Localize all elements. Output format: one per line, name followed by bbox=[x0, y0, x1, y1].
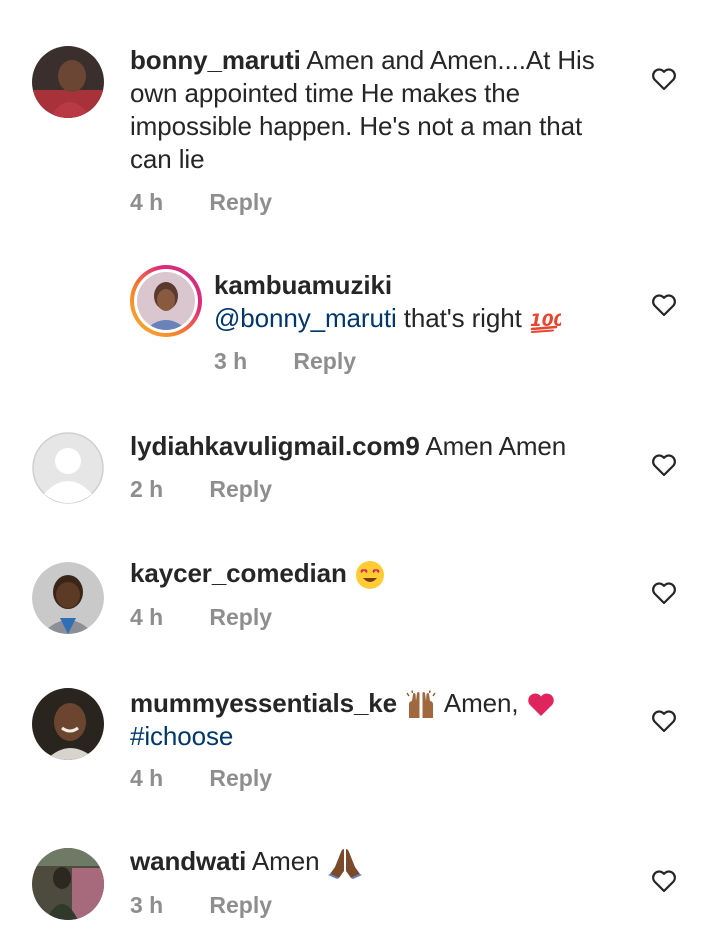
comment-body: Amen Amen bbox=[425, 431, 567, 461]
comment-meta: 4 h Reply bbox=[130, 189, 272, 216]
default-avatar-icon[interactable] bbox=[32, 432, 104, 504]
comment-meta: 4 h Reply bbox=[130, 604, 272, 631]
comment-text: mummyessentials_ke Amen, #ichoose bbox=[130, 687, 630, 753]
username[interactable]: kambuamuziki bbox=[214, 269, 614, 302]
folded-hands-emoji bbox=[327, 849, 362, 880]
like-heart-icon[interactable] bbox=[651, 293, 677, 317]
like-heart-icon[interactable] bbox=[651, 581, 677, 605]
timestamp: 3 h bbox=[214, 348, 248, 374]
hashtag-link[interactable]: #ichoose bbox=[130, 721, 233, 751]
timestamp: 2 h bbox=[130, 476, 164, 502]
comment-text: kaycer_comedian bbox=[130, 557, 630, 590]
comment-wandwati: wandwati Amen 3 h Reply bbox=[0, 830, 720, 930]
comment-text: lydiahkavuligmail.com9 Amen Amen bbox=[130, 430, 630, 463]
username[interactable]: wandwati bbox=[130, 846, 246, 876]
comment-text: bonny_maruti Amen and Amen....At His own… bbox=[130, 44, 630, 176]
username[interactable]: mummyessentials_ke bbox=[130, 688, 397, 718]
like-heart-icon[interactable] bbox=[651, 869, 677, 893]
like-heart-icon[interactable] bbox=[651, 453, 677, 477]
comment-text: kambuamuziki @bonny_maruti that's right … bbox=[214, 269, 614, 335]
avatar[interactable] bbox=[32, 46, 104, 118]
reply-button[interactable]: Reply bbox=[209, 189, 272, 216]
username[interactable]: lydiahkavuligmail.com9 bbox=[130, 431, 420, 461]
timestamp: 4 h bbox=[130, 604, 164, 630]
reply-button[interactable]: Reply bbox=[209, 604, 272, 631]
timestamp: 4 h bbox=[130, 765, 164, 791]
avatar bbox=[137, 272, 195, 330]
comment-body: Amen, bbox=[443, 688, 519, 718]
comment-lydiahkavuli: lydiahkavuligmail.com9 Amen Amen 2 h Rep… bbox=[0, 410, 720, 520]
comment-body: Amen bbox=[251, 846, 320, 876]
comment-mummyessentials-ke: mummyessentials_ke Amen, #ichoose 4 h Re… bbox=[0, 670, 720, 810]
comment-meta: 2 h Reply bbox=[130, 476, 272, 503]
comment-text: wandwati Amen bbox=[130, 845, 630, 880]
timestamp: 4 h bbox=[130, 189, 164, 215]
comment-body: that's right bbox=[403, 303, 522, 333]
comment-meta: 4 h Reply bbox=[130, 765, 272, 792]
timestamp: 3 h bbox=[130, 892, 164, 918]
comment-meta: 3 h Reply bbox=[130, 892, 272, 919]
heart-eyes-emoji bbox=[355, 561, 384, 590]
avatar[interactable] bbox=[32, 848, 104, 920]
avatar-story-ring[interactable] bbox=[130, 265, 202, 337]
reply-button[interactable]: Reply bbox=[209, 765, 272, 792]
avatar[interactable] bbox=[32, 562, 104, 634]
comment-meta: 3 h Reply bbox=[214, 348, 356, 375]
mention-link[interactable]: @bonny_maruti bbox=[214, 303, 397, 333]
avatar[interactable] bbox=[32, 688, 104, 760]
reply-comment-kambuamuziki: kambuamuziki @bonny_maruti that's right … bbox=[0, 240, 720, 390]
reply-button[interactable]: Reply bbox=[293, 348, 356, 375]
raising-hands-emoji bbox=[406, 690, 436, 719]
like-heart-icon[interactable] bbox=[651, 709, 677, 733]
reply-button[interactable]: Reply bbox=[209, 476, 272, 503]
reply-button[interactable]: Reply bbox=[209, 892, 272, 919]
like-heart-icon[interactable] bbox=[651, 67, 677, 91]
heart-emoji bbox=[527, 693, 554, 717]
username[interactable]: bonny_maruti bbox=[130, 45, 301, 75]
comment-kaycer-comedian: kaycer_comedian 4 h Reply bbox=[0, 540, 720, 650]
hundred-points-emoji: 100 bbox=[530, 311, 561, 334]
comment-bonny-maruti: bonny_maruti Amen and Amen....At His own… bbox=[0, 0, 720, 230]
username[interactable]: kaycer_comedian bbox=[130, 558, 347, 588]
